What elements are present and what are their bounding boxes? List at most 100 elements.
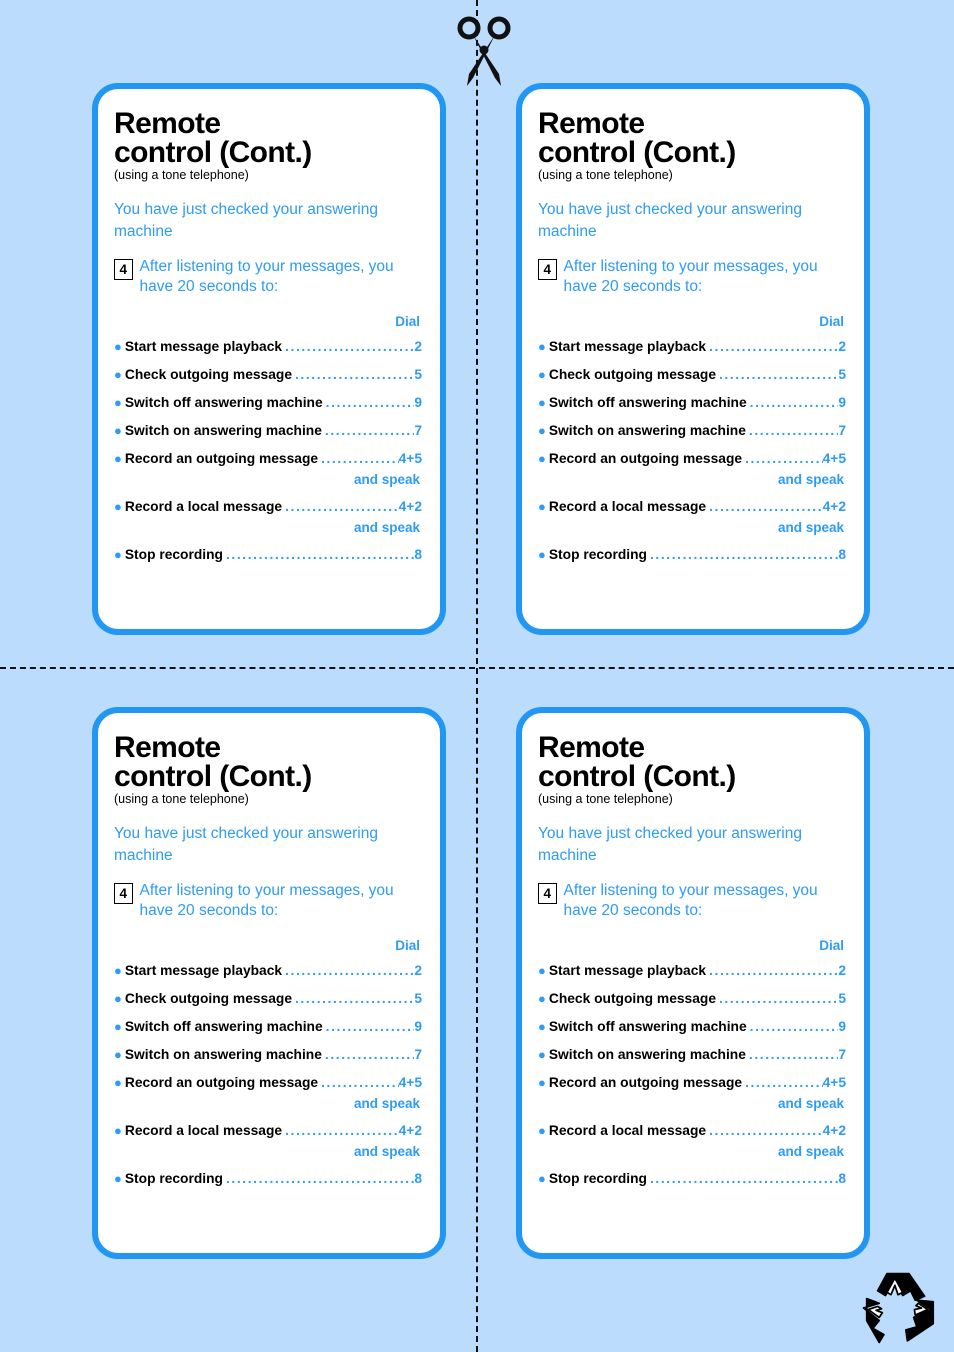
list-item: ● Record an outgoing message ...........… <box>538 1075 846 1090</box>
step-row: 4 After listening to your messages, you … <box>114 881 422 920</box>
list-item: ● Switch on answering machine ..........… <box>114 423 422 438</box>
option-code: 5 <box>414 991 422 1007</box>
option-code: 2 <box>838 339 846 355</box>
option-label: Check outgoing message <box>124 367 292 383</box>
remote-control-card: Remote control (Cont.) (using a tone tel… <box>516 707 870 1259</box>
card-subtitle: (using a tone telephone) <box>538 167 673 182</box>
step-number-badge: 4 <box>114 883 133 905</box>
recycle-icon <box>862 1272 935 1344</box>
option-code: 4+2 <box>398 499 422 515</box>
option-note: and speak <box>777 1096 844 1112</box>
dot-leader: ........................................… <box>709 963 838 979</box>
list-item: ● Start message playback ...............… <box>538 963 846 978</box>
option-label: Start message playback <box>548 339 707 355</box>
page-title: Remote control (Cont.) <box>538 731 846 793</box>
option-code: 9 <box>838 395 846 411</box>
option-label: Check outgoing message <box>124 991 292 1007</box>
title-line-2: control (Cont.) <box>538 136 736 170</box>
dot-leader: ........................................… <box>749 1019 839 1035</box>
bullet-icon: ● <box>114 1047 122 1063</box>
bullet-icon: ● <box>538 1123 546 1139</box>
option-list: ● Start message playback ...............… <box>114 339 422 562</box>
option-label: Start message playback <box>124 963 283 979</box>
dot-leader: ........................................… <box>321 1075 399 1091</box>
option-label: Stop recording <box>124 547 223 563</box>
title-line-2: control (Cont.) <box>114 136 312 170</box>
dot-leader: ........................................… <box>719 367 839 383</box>
option-code: 4+2 <box>822 1123 846 1139</box>
option-label: Record a local message <box>548 1123 707 1139</box>
card-subtitle: (using a tone telephone) <box>538 791 673 806</box>
bullet-icon: ● <box>538 339 546 355</box>
option-code: 2 <box>414 963 422 979</box>
list-item: ● Check outgoing message ...............… <box>538 367 846 382</box>
list-item: ● Stop recording .......................… <box>538 547 846 562</box>
option-code: 4+5 <box>822 451 846 467</box>
option-code: 4+5 <box>398 1075 422 1091</box>
dial-column-header: Dial <box>395 314 420 330</box>
list-item: ● Record a local message ...............… <box>538 1123 846 1138</box>
option-note: and speak <box>353 520 420 536</box>
option-code: 4+2 <box>398 1123 422 1139</box>
list-item: ● Switch off answering machine .........… <box>114 1019 422 1034</box>
card-intro-text: You have just checked your answering mac… <box>114 200 378 240</box>
option-label: Switch off answering machine <box>548 1019 747 1035</box>
remote-control-card: Remote control (Cont.) (using a tone tel… <box>516 83 870 635</box>
dot-leader: ........................................… <box>321 451 399 467</box>
option-list: ● Start message playback ...............… <box>114 963 422 1186</box>
dot-leader: ........................................… <box>285 339 414 355</box>
option-code: 9 <box>414 395 422 411</box>
bullet-icon: ● <box>114 1075 122 1091</box>
bullet-icon: ● <box>114 1019 122 1035</box>
dot-leader: ........................................… <box>295 367 415 383</box>
title-line-1: Remote <box>538 107 645 140</box>
dot-leader: ........................................… <box>324 423 414 439</box>
bullet-icon: ● <box>538 963 546 979</box>
bullet-icon: ● <box>538 1019 546 1035</box>
remote-control-card: Remote control (Cont.) (using a tone tel… <box>92 707 446 1259</box>
step-number-badge: 4 <box>538 259 557 281</box>
step-row: 4 After listening to your messages, you … <box>114 257 422 296</box>
option-code: 8 <box>414 1171 422 1187</box>
dot-leader: ........................................… <box>225 547 414 563</box>
step-instruction: After listening to your messages, you ha… <box>139 258 394 295</box>
bullet-icon: ● <box>114 991 122 1007</box>
bullet-icon: ● <box>538 499 546 515</box>
option-label: Switch off answering machine <box>124 1019 323 1035</box>
dot-leader: ........................................… <box>748 1047 838 1063</box>
title-line-1: Remote <box>538 731 645 764</box>
remote-control-card: Remote control (Cont.) (using a tone tel… <box>92 83 446 635</box>
option-note: and speak <box>777 1144 844 1160</box>
bullet-icon: ● <box>538 1171 546 1187</box>
option-label: Record a local message <box>548 499 707 515</box>
bullet-icon: ● <box>114 339 122 355</box>
dot-leader: ........................................… <box>745 1075 823 1091</box>
dot-leader: ........................................… <box>709 339 838 355</box>
list-item: ● Record an outgoing message ...........… <box>114 1075 422 1090</box>
card-intro-text: You have just checked your answering mac… <box>538 200 802 240</box>
card-subtitle: (using a tone telephone) <box>114 791 249 806</box>
option-label: Check outgoing message <box>548 991 716 1007</box>
list-item: ● Check outgoing message ...............… <box>538 991 846 1006</box>
dot-leader: ........................................… <box>285 499 399 515</box>
bullet-icon: ● <box>114 963 122 979</box>
bullet-icon: ● <box>538 1047 546 1063</box>
bullet-icon: ● <box>114 1171 122 1187</box>
scissors-icon <box>457 16 511 86</box>
option-label: Record an outgoing message <box>548 1075 743 1091</box>
bullet-icon: ● <box>114 367 122 383</box>
dot-leader: ........................................… <box>745 451 823 467</box>
step-instruction: After listening to your messages, you ha… <box>139 882 394 919</box>
option-label: Switch on answering machine <box>548 423 746 439</box>
option-label: Record a local message <box>124 1123 283 1139</box>
dot-leader: ........................................… <box>649 1171 838 1187</box>
card-intro-text: You have just checked your answering mac… <box>538 824 802 864</box>
option-label: Record an outgoing message <box>124 451 319 467</box>
step-row: 4 After listening to your messages, you … <box>538 257 846 296</box>
option-code: 9 <box>838 1019 846 1035</box>
step-instruction: After listening to your messages, you ha… <box>563 258 818 295</box>
title-line-1: Remote <box>114 731 221 764</box>
card-intro-text: You have just checked your answering mac… <box>114 824 378 864</box>
bullet-icon: ● <box>114 547 122 563</box>
bullet-icon: ● <box>114 395 122 411</box>
